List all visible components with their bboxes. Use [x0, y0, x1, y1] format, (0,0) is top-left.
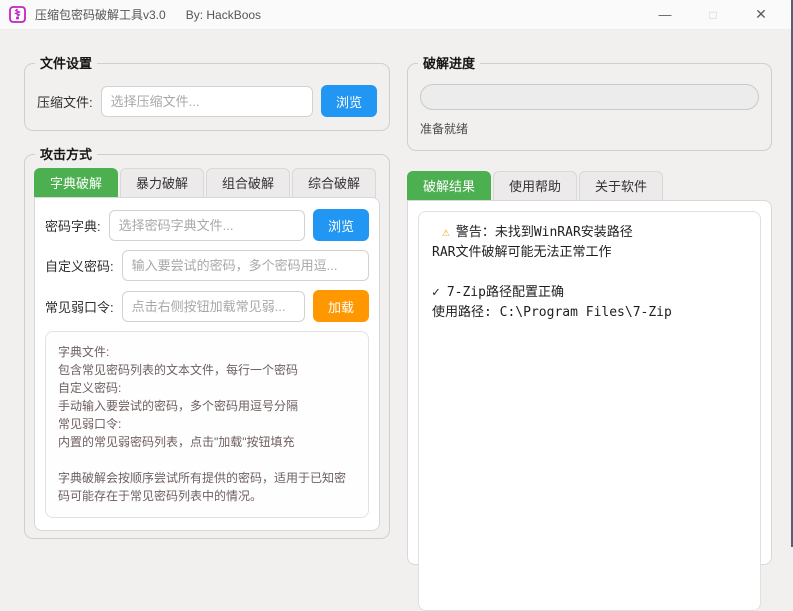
results-tab-panel: ⚠ 警告：未找到WinRAR安装路径 RAR文件破解可能无法正常工作 ✓ 7-Zip… — [407, 200, 772, 611]
progress-bar — [420, 84, 759, 110]
tab-crack-results[interactable]: 破解结果 — [407, 171, 492, 201]
dictionary-label: 密码字典: — [45, 218, 101, 234]
result-line: ✓ 7-Zip路径配置正确 — [432, 285, 564, 300]
archive-file-input[interactable] — [100, 85, 313, 117]
attack-method-group: 攻击方式 字典破解 暴力破解 组合破解 综合破解 密码字典: 浏览 自定义密码:… — [24, 146, 390, 539]
dictionary-tab-panel: 密码字典: 浏览 自定义密码: 常见弱口令: 加载 字典文件: 包含常见密码列表… — [34, 197, 380, 531]
titlebar: 压缩包密码破解工具v3.0 By: HackBoos — □ ✕ — [0, 0, 793, 30]
weak-password-label: 常见弱口令: — [45, 299, 114, 315]
tab-combination-crack[interactable]: 组合破解 — [206, 168, 291, 198]
result-line: RAR文件破解可能无法正常工作 — [432, 245, 612, 260]
archive-file-label: 压缩文件: — [37, 94, 93, 110]
progress-status-text: 准备就绪 — [420, 122, 469, 136]
attack-method-legend: 攻击方式 — [35, 146, 98, 163]
file-settings-legend: 文件设置 — [35, 55, 98, 72]
tab-comprehensive-crack[interactable]: 综合破解 — [292, 168, 377, 198]
tab-brute-force[interactable]: 暴力破解 — [120, 168, 205, 198]
dictionary-file-input[interactable] — [108, 209, 305, 241]
progress-group: 破解进度 准备就绪 — [407, 55, 772, 151]
warning-icon: ⚠ — [442, 225, 450, 240]
minimize-button[interactable]: — — [641, 0, 689, 29]
tab-about-software[interactable]: 关于软件 — [579, 171, 664, 201]
check-icon: ✓ — [432, 285, 440, 300]
result-line: ⚠ 警告：未找到WinRAR安装路径 — [442, 225, 633, 240]
maximize-button[interactable]: □ — [689, 0, 737, 29]
dictionary-browse-button[interactable]: 浏览 — [312, 209, 369, 241]
result-line: 使用路径: C:\Program Files\7-Zip — [432, 305, 672, 320]
progress-legend: 破解进度 — [418, 55, 481, 72]
results-tabs: 破解结果 使用帮助 关于软件 — [407, 171, 772, 201]
tab-dictionary-crack[interactable]: 字典破解 — [34, 168, 119, 198]
window-controls: — □ ✕ — [641, 0, 785, 29]
left-column: 文件设置 压缩文件: 浏览 攻击方式 字典破解 暴力破解 组合破解 综合破解 密… — [24, 55, 390, 539]
weak-password-input[interactable] — [121, 290, 305, 322]
window-title: 压缩包密码破解工具v3.0 — [35, 8, 166, 22]
result-line — [432, 263, 747, 283]
tab-usage-help[interactable]: 使用帮助 — [493, 171, 578, 201]
close-button[interactable]: ✕ — [737, 0, 785, 29]
result-output-area[interactable]: ⚠ 警告：未找到WinRAR安装路径 RAR文件破解可能无法正常工作 ✓ 7-Zip… — [418, 211, 761, 611]
dictionary-help-text: 字典文件: 包含常见密码列表的文本文件，每行一个密码 自定义密码: 手动输入要尝… — [45, 331, 369, 518]
custom-password-input[interactable] — [121, 250, 369, 281]
custom-password-label: 自定义密码: — [45, 259, 114, 274]
window-byline: By: HackBoos — [185, 7, 262, 22]
right-column: 破解进度 准备就绪 破解结果 使用帮助 关于软件 ⚠ 警告：未找到WinRAR安装… — [407, 55, 772, 611]
app-zip-icon — [9, 6, 26, 23]
load-weak-passwords-button[interactable]: 加载 — [312, 290, 369, 322]
archive-browse-button[interactable]: 浏览 — [320, 85, 377, 117]
file-settings-group: 文件设置 压缩文件: 浏览 — [24, 55, 390, 131]
attack-tabs: 字典破解 暴力破解 组合破解 综合破解 — [34, 168, 380, 198]
